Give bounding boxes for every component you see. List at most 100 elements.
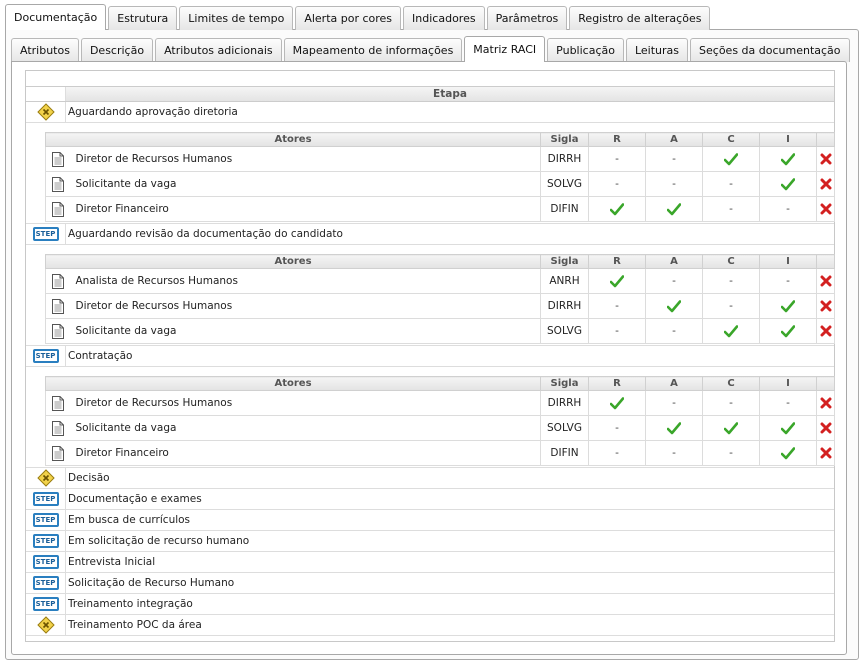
remove-icon[interactable] xyxy=(820,153,832,165)
raci-cell-a[interactable]: - xyxy=(645,171,703,197)
raci-cell-a[interactable]: - xyxy=(645,268,703,294)
remove-icon[interactable] xyxy=(820,325,832,337)
step-icon: STEP xyxy=(32,349,59,363)
tab-tabs_sub-7[interactable]: Seções da documentação xyxy=(690,38,850,62)
stage-row[interactable]: STEP Treinamento integração xyxy=(26,594,834,615)
tab-tabs_sub-3[interactable]: Mapeamento de informações xyxy=(283,38,463,62)
raci-cell-a[interactable] xyxy=(645,293,703,319)
stage-name: Documentação e exames xyxy=(68,493,202,505)
raci-cell-i[interactable] xyxy=(759,440,817,466)
stage-row[interactable]: Decisão xyxy=(26,468,834,489)
raci-cell-r[interactable] xyxy=(588,196,646,222)
raci-cell-a[interactable] xyxy=(645,415,703,441)
check-icon xyxy=(780,421,796,435)
raci-cell-c[interactable]: - xyxy=(702,268,760,294)
empty-mark: - xyxy=(786,275,790,287)
stage-row[interactable]: STEP Contratação xyxy=(26,346,834,367)
tab-tabs_sub-6[interactable]: Leituras xyxy=(625,38,689,62)
tab-tabs_top-4[interactable]: Indicadores xyxy=(403,6,485,30)
raci-cell-c[interactable] xyxy=(702,415,760,441)
raci-cell-i[interactable] xyxy=(759,171,817,197)
remove-actor-cell xyxy=(816,146,835,172)
raci-cell-r[interactable]: - xyxy=(588,146,646,172)
actor-sigla: SOLVG xyxy=(540,171,589,197)
raci-cell-i[interactable]: - xyxy=(759,390,817,416)
raci-header-r: R xyxy=(588,254,646,269)
raci-cell-r[interactable] xyxy=(588,268,646,294)
raci-header-a: A xyxy=(645,132,703,147)
raci-cell-i[interactable]: - xyxy=(759,196,817,222)
empty-mark: - xyxy=(672,153,676,165)
raci-header-a: A xyxy=(645,254,703,269)
raci-cell-i[interactable] xyxy=(759,415,817,441)
actors-header-row: Atores Sigla R A C I xyxy=(45,376,835,391)
tab-tabs_sub-4[interactable]: Matriz RACI xyxy=(464,36,546,62)
remove-icon[interactable] xyxy=(820,275,832,287)
tab-tabs_top-2[interactable]: Limites de tempo xyxy=(179,6,294,30)
remove-icon[interactable] xyxy=(820,422,832,434)
actors-table-container: Atores Sigla R A C I Analista de Recursos Huma… xyxy=(26,245,835,346)
raci-cell-r[interactable]: - xyxy=(588,293,646,319)
actions-header xyxy=(816,376,835,391)
raci-cell-c[interactable] xyxy=(702,146,760,172)
raci-cell-c[interactable]: - xyxy=(702,390,760,416)
tab-tabs_top-6[interactable]: Registro de alterações xyxy=(569,6,711,30)
raci-cell-c[interactable]: - xyxy=(702,196,760,222)
raci-cell-r[interactable] xyxy=(588,390,646,416)
raci-cell-i[interactable] xyxy=(759,146,817,172)
raci-cell-r[interactable]: - xyxy=(588,318,646,344)
tab-tabs_sub-0[interactable]: Atributos xyxy=(11,38,79,62)
actors-header: Atores xyxy=(45,132,541,147)
actor-name: Diretor de Recursos Humanos xyxy=(69,146,541,172)
etapa-header: Etapa xyxy=(66,87,834,101)
raci-cell-a[interactable]: - xyxy=(645,318,703,344)
raci-cell-c[interactable]: - xyxy=(702,440,760,466)
stage-row[interactable]: STEP Solicitação de Recurso Humano xyxy=(26,573,834,594)
check-icon xyxy=(609,202,625,216)
raci-cell-r[interactable]: - xyxy=(588,171,646,197)
actors-header: Atores xyxy=(45,254,541,269)
remove-icon[interactable] xyxy=(820,178,832,190)
actor-row: Diretor de Recursos Humanos DIRRH - - xyxy=(45,293,835,319)
raci-cell-a[interactable]: - xyxy=(645,440,703,466)
tab-tabs_top-3[interactable]: Alerta por cores xyxy=(295,6,402,30)
actor-name: Diretor Financeiro xyxy=(69,440,541,466)
stage-row[interactable]: STEP Documentação e exames xyxy=(26,489,834,510)
raci-cell-c[interactable]: - xyxy=(702,171,760,197)
tab-tabs_top-5[interactable]: Parâmetros xyxy=(486,6,568,30)
stage-row[interactable]: STEP Em solicitação de recurso humano xyxy=(26,531,834,552)
tab-tabs_top-0[interactable]: Documentação xyxy=(5,4,107,30)
sigla-header: Sigla xyxy=(540,376,589,391)
raci-cell-r[interactable]: - xyxy=(588,440,646,466)
raci-cell-i[interactable] xyxy=(759,318,817,344)
stage-row[interactable]: STEP Aguardando revisão da documentação d… xyxy=(26,224,834,245)
remove-icon[interactable] xyxy=(820,397,832,409)
empty-mark: - xyxy=(615,153,619,165)
stage-row[interactable]: Treinamento POC da área xyxy=(26,615,834,636)
raci-cell-i[interactable] xyxy=(759,293,817,319)
check-icon xyxy=(666,421,682,435)
raci-header-c: C xyxy=(702,254,760,269)
check-icon xyxy=(666,202,682,216)
remove-icon[interactable] xyxy=(820,447,832,459)
check-icon xyxy=(666,299,682,313)
stage-row[interactable]: STEP Entrevista Inicial xyxy=(26,552,834,573)
remove-icon[interactable] xyxy=(820,300,832,312)
step-icon: STEP xyxy=(32,534,59,548)
raci-cell-c[interactable] xyxy=(702,318,760,344)
raci-cell-i[interactable]: - xyxy=(759,268,817,294)
tab-tabs_sub-5[interactable]: Publicação xyxy=(547,38,624,62)
stage-row[interactable]: Aguardando aprovação diretoria xyxy=(26,102,834,123)
raci-cell-r[interactable]: - xyxy=(588,415,646,441)
raci-cell-a[interactable]: - xyxy=(645,146,703,172)
stage-row[interactable]: STEP Em busca de currículos xyxy=(26,510,834,531)
raci-cell-a[interactable] xyxy=(645,196,703,222)
main-tabbar: Documentação Estrutura Limites de tempo Ale… xyxy=(5,4,712,30)
tab-tabs_sub-2[interactable]: Atributos adicionais xyxy=(155,38,282,62)
tab-tabs_sub-1[interactable]: Descrição xyxy=(80,38,154,62)
remove-icon[interactable] xyxy=(820,203,832,215)
decision-icon xyxy=(36,469,55,487)
raci-cell-a[interactable]: - xyxy=(645,390,703,416)
raci-cell-c[interactable]: - xyxy=(702,293,760,319)
tab-tabs_top-1[interactable]: Estrutura xyxy=(108,6,178,30)
